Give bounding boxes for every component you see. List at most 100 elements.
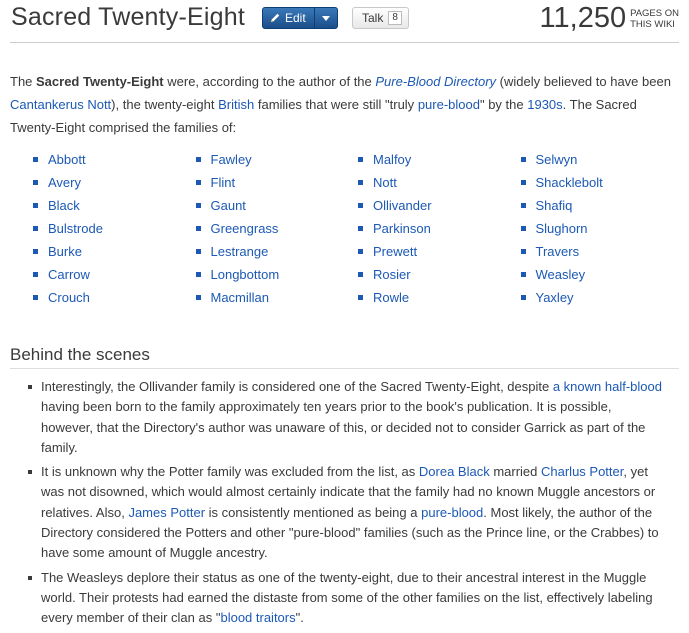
family-list-item: Ollivander — [355, 194, 518, 217]
family-link[interactable]: Gaunt — [211, 194, 246, 217]
family-link[interactable]: Weasley — [536, 263, 586, 286]
family-list-item: Selwyn — [518, 148, 681, 171]
family-link[interactable]: Yaxley — [536, 286, 574, 309]
family-link[interactable]: Avery — [48, 171, 81, 194]
intro-text: (widely believed to have been — [496, 74, 671, 89]
edit-label: Edit — [285, 11, 306, 25]
bullet-icon — [28, 575, 32, 580]
family-link[interactable]: Rowle — [373, 286, 409, 309]
family-link[interactable]: Shafiq — [536, 194, 573, 217]
family-link[interactable]: Ollivander — [373, 194, 432, 217]
header-divider — [10, 42, 679, 43]
edit-dropdown-button[interactable] — [315, 8, 337, 28]
bullet-icon — [358, 295, 363, 300]
link-pure-blood[interactable]: pure-blood — [418, 97, 480, 112]
wiki-page-count: 11,250 PAGES ON THIS WIKI — [540, 2, 679, 34]
bullet-icon — [33, 272, 38, 277]
family-link[interactable]: Longbottom — [211, 263, 280, 286]
family-link[interactable]: Parkinson — [373, 217, 431, 240]
link-pure-blood-directory[interactable]: Pure-Blood Directory — [375, 74, 496, 89]
intro-text: families that were still "truly — [254, 97, 418, 112]
family-link[interactable]: Slughorn — [536, 217, 588, 240]
note-text: having been born to the family approxima… — [41, 399, 646, 455]
bullet-icon — [520, 249, 526, 254]
family-list-item: Rowle — [355, 286, 518, 309]
link-blood-traitors[interactable]: blood traitors — [220, 610, 295, 625]
family-list-item: Prewett — [355, 240, 518, 263]
bullet-icon — [28, 385, 32, 389]
talk-button[interactable]: Talk 8 — [352, 7, 409, 29]
page-header: Sacred Twenty-Eight Edit Talk 8 11,250 P… — [0, 0, 689, 44]
bullet-icon — [520, 295, 526, 300]
talk-count-badge: 8 — [388, 11, 402, 25]
note-text: is consistently mentioned as being a — [205, 504, 422, 520]
family-link[interactable]: Selwyn — [536, 148, 578, 171]
link-half-blood[interactable]: a known half-blood — [553, 379, 662, 394]
family-column: Abbott Avery Black Bulstrode Burke Carrow Crou… — [30, 148, 193, 309]
family-link[interactable]: Shacklebolt — [536, 171, 603, 194]
bullet-icon — [33, 180, 38, 185]
family-list-item: Greengrass — [193, 217, 356, 240]
bullet-icon — [33, 249, 38, 254]
bullet-icon — [520, 272, 526, 277]
page-title: Sacred Twenty-Eight — [11, 3, 246, 31]
family-link[interactable]: Flint — [211, 171, 236, 194]
family-list-item: Travers — [518, 240, 681, 263]
family-list-item: Yaxley — [518, 286, 681, 309]
bullet-icon — [33, 226, 38, 231]
family-link[interactable]: Abbott — [48, 148, 86, 171]
note-text: Interestingly, the Ollivander family is … — [41, 379, 553, 394]
family-link[interactable]: Macmillan — [211, 286, 270, 309]
link-1930s[interactable]: 1930s — [527, 97, 562, 112]
family-link[interactable]: Fawley — [211, 148, 252, 171]
family-link[interactable]: Travers — [536, 240, 580, 263]
link-dorea-black[interactable]: Dorea Black — [419, 464, 490, 479]
family-list: Abbott Avery Black Bulstrode Burke Carrow Crou… — [30, 148, 680, 309]
bullet-icon — [358, 203, 363, 208]
family-link[interactable]: Rosier — [373, 263, 411, 286]
family-list-item: Gaunt — [193, 194, 356, 217]
bullet-icon — [195, 203, 201, 208]
family-list-item: Black — [30, 194, 193, 217]
family-link[interactable]: Crouch — [48, 286, 90, 309]
bullet-icon — [358, 180, 363, 185]
note-text: The Weasleys deplore their status as one… — [41, 569, 653, 626]
edit-button[interactable]: Edit — [263, 8, 315, 28]
family-column: Selwyn Shacklebolt Shafiq Slughorn Travers We… — [518, 148, 681, 309]
bullet-icon — [195, 157, 201, 162]
family-link[interactable]: Lestrange — [211, 240, 269, 263]
bullet-icon — [195, 295, 201, 300]
note-item: Interestingly, the Ollivander family is … — [26, 377, 666, 458]
bullet-icon — [33, 295, 38, 300]
bullet-icon — [195, 272, 201, 277]
intro-text: ), the twenty-eight — [111, 97, 219, 112]
family-link[interactable]: Nott — [373, 171, 397, 194]
bullet-icon — [195, 180, 201, 185]
family-list-item: Lestrange — [193, 240, 356, 263]
link-british[interactable]: British — [218, 97, 254, 112]
bullet-icon — [33, 157, 38, 162]
family-link[interactable]: Burke — [48, 240, 82, 263]
bullet-icon — [358, 157, 363, 162]
bullet-icon — [358, 226, 363, 231]
family-list-item: Longbottom — [193, 263, 356, 286]
page-count-label-line2: THIS WIKI — [630, 19, 675, 30]
link-cantankerus-nott[interactable]: Cantankerus Nott — [10, 97, 111, 112]
family-link[interactable]: Malfoy — [373, 148, 411, 171]
bullet-icon — [520, 203, 526, 208]
family-list-item: Nott — [355, 171, 518, 194]
family-link[interactable]: Greengrass — [211, 217, 279, 240]
family-list-item: Fawley — [193, 148, 356, 171]
family-link[interactable]: Black — [48, 194, 80, 217]
link-pure-blood[interactable]: pure-blood — [421, 505, 483, 520]
note-text: It is unknown why the Potter family was … — [41, 464, 419, 480]
family-link[interactable]: Bulstrode — [48, 217, 103, 240]
family-list-item: Burke — [30, 240, 193, 263]
link-charlus-potter[interactable]: Charlus Potter — [541, 464, 623, 479]
link-james-potter[interactable]: James Potter — [128, 505, 205, 520]
note-item: It is unknown why the Potter family was … — [26, 462, 666, 563]
family-link[interactable]: Prewett — [373, 240, 417, 263]
family-column: Fawley Flint Gaunt Greengrass Lestrange Longb… — [193, 148, 356, 309]
family-link[interactable]: Carrow — [48, 263, 90, 286]
behind-the-scenes-heading: Behind the scenes — [10, 345, 150, 364]
